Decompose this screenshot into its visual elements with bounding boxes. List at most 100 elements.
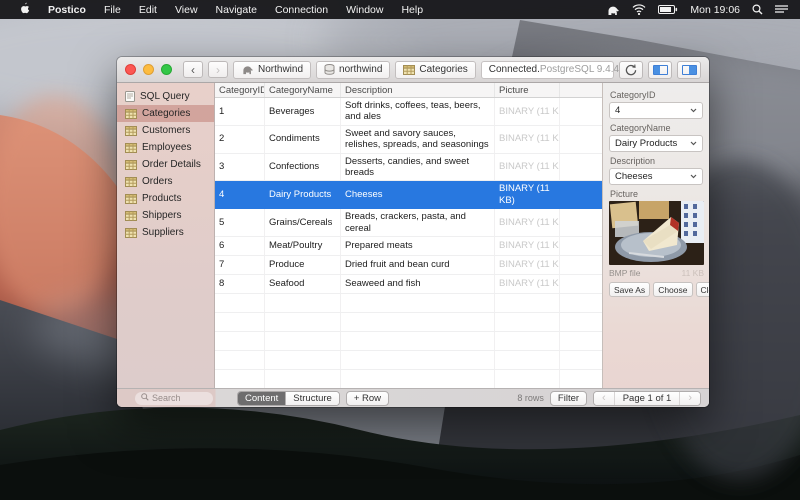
sidebar-item-shippers[interactable]: Shippers [117,207,214,224]
cell-picture[interactable]: BINARY (11 KB) [495,181,560,208]
cell-categoryname[interactable]: Meat/Poultry [265,237,341,255]
sidebar-item-employees[interactable]: Employees [117,139,214,156]
sidebar-item-order-details[interactable]: Order Details [117,156,214,173]
sidebar-item-categories[interactable]: Categories [117,105,214,122]
table-row[interactable]: 8SeafoodSeaweed and fishBINARY (11 KB) [215,275,602,294]
field-dropdown-categoryname[interactable]: Dairy Products [609,135,703,152]
cell-categoryid[interactable]: 7 [215,256,265,274]
menu-item-file[interactable]: File [95,0,130,19]
add-row-button[interactable]: + Row [346,391,389,406]
cell-categoryname[interactable]: Grains/Cereals [265,209,341,236]
cell-categoryid[interactable]: 5 [215,209,265,236]
menu-item-navigate[interactable]: Navigate [207,0,266,19]
table-row[interactable]: 6Meat/PoultryPrepared meatsBINARY (11 KB… [215,237,602,256]
empty-row[interactable] [215,294,602,313]
cell-description[interactable]: Seaweed and fish [341,275,495,293]
cell-picture[interactable]: BINARY (11 KB) [495,154,560,181]
breadcrumb-northwind[interactable]: Northwind [233,61,311,79]
cell-description[interactable]: Desserts, candies, and sweet breads [341,154,495,181]
close-button[interactable] [125,64,136,75]
cell-categoryid[interactable]: 6 [215,237,265,255]
next-page-button[interactable]: › [679,392,700,405]
cell-description[interactable]: Soft drinks, coffees, teas, beers, and a… [341,98,495,125]
empty-row[interactable] [215,370,602,388]
cell-picture[interactable]: BINARY (11 KB) [495,126,560,153]
clear-button[interactable]: Clear [696,282,710,297]
cell-description[interactable]: Sweet and savory sauces, relishes, sprea… [341,126,495,153]
segment-structure[interactable]: Structure [286,392,339,405]
cell-categoryname[interactable]: Confections [265,154,341,181]
cell-picture[interactable]: BINARY (11 KB) [495,237,560,255]
apple-menu[interactable] [10,0,39,19]
zoom-button[interactable] [161,64,172,75]
column-header-categoryname[interactable]: CategoryName [265,83,341,97]
menu-item-help[interactable]: Help [392,0,432,19]
cell-categoryid[interactable]: 1 [215,98,265,125]
field-dropdown-description[interactable]: Cheeses [609,168,703,185]
battery-icon[interactable] [658,5,678,14]
cell-picture[interactable]: BINARY (11 KB) [495,209,560,236]
postgres-elephant-icon[interactable] [606,4,620,16]
column-header-description[interactable]: Description [341,83,495,97]
table-row[interactable]: 4Dairy ProductsCheesesBINARY (11 KB) [215,181,602,209]
empty-row[interactable] [215,332,602,351]
forward-button[interactable]: › [208,61,228,78]
cell-categoryname[interactable]: Produce [265,256,341,274]
cell-categoryname[interactable]: Seafood [265,275,341,293]
table-row[interactable]: 7ProduceDried fruit and bean curdBINARY … [215,256,602,275]
wifi-icon[interactable] [632,4,646,15]
spotlight-search-icon[interactable] [752,4,763,15]
choose-button[interactable]: Choose [653,282,692,297]
cell-categoryid[interactable]: 2 [215,126,265,153]
cell-filler [560,98,602,125]
previous-page-button[interactable]: ‹ [594,392,615,405]
menu-item-edit[interactable]: Edit [130,0,166,19]
save-as-button[interactable]: Save As [609,282,650,297]
cell-categoryname[interactable]: Dairy Products [265,181,341,208]
cell-description[interactable]: Dried fruit and bean curd [341,256,495,274]
toggle-left-sidebar-button[interactable] [648,61,672,79]
empty-row[interactable] [215,313,602,332]
cell-categoryid[interactable]: 4 [215,181,265,208]
sidebar-item-suppliers[interactable]: Suppliers [117,224,214,241]
cell-description[interactable]: Breads, crackers, pasta, and cereal [341,209,495,236]
breadcrumb-northwind[interactable]: northwind [316,61,390,79]
table-icon [125,160,137,170]
empty-row[interactable] [215,351,602,370]
back-button[interactable]: ‹ [183,61,203,78]
table-row[interactable]: 2CondimentsSweet and savory sauces, reli… [215,126,602,154]
cell-categoryname[interactable]: Beverages [265,98,341,125]
cell-categoryid[interactable]: 3 [215,154,265,181]
menu-clock[interactable]: Mon 19:06 [690,4,740,16]
cell-categoryname[interactable]: Condiments [265,126,341,153]
cell-picture[interactable]: BINARY (11 KB) [495,275,560,293]
cell-description[interactable]: Cheeses [341,181,495,208]
cheese-photo[interactable] [609,201,704,265]
breadcrumb-categories[interactable]: Categories [395,61,475,79]
toggle-right-sidebar-button[interactable] [677,61,701,79]
table-row[interactable]: 3ConfectionsDesserts, candies, and sweet… [215,154,602,182]
minimize-button[interactable] [143,64,154,75]
sidebar-item-customers[interactable]: Customers [117,122,214,139]
sidebar-item-sql-query[interactable]: SQL Query [117,88,214,105]
cell-description[interactable]: Prepared meats [341,237,495,255]
sidebar-item-orders[interactable]: Orders [117,173,214,190]
menu-item-view[interactable]: View [166,0,207,19]
menu-item-postico[interactable]: Postico [39,0,95,19]
sidebar-search-input[interactable]: Search [135,392,213,405]
table-row[interactable]: 5Grains/CerealsBreads, crackers, pasta, … [215,209,602,237]
segment-content[interactable]: Content [238,392,286,405]
filter-button[interactable]: Filter [550,391,587,406]
cell-picture[interactable]: BINARY (11 KB) [495,256,560,274]
cell-picture[interactable]: BINARY (11 KB) [495,98,560,125]
sidebar-item-products[interactable]: Products [117,190,214,207]
notification-center-icon[interactable] [775,5,788,15]
column-header-categoryid[interactable]: CategoryID [215,83,265,97]
table-row[interactable]: 1BeveragesSoft drinks, coffees, teas, be… [215,98,602,126]
menu-item-window[interactable]: Window [337,0,392,19]
menu-item-connection[interactable]: Connection [266,0,337,19]
field-dropdown-categoryid[interactable]: 4 [609,102,703,119]
cell-categoryid[interactable]: 8 [215,275,265,293]
refresh-button[interactable] [619,61,643,79]
column-header-picture[interactable]: Picture [495,83,560,97]
